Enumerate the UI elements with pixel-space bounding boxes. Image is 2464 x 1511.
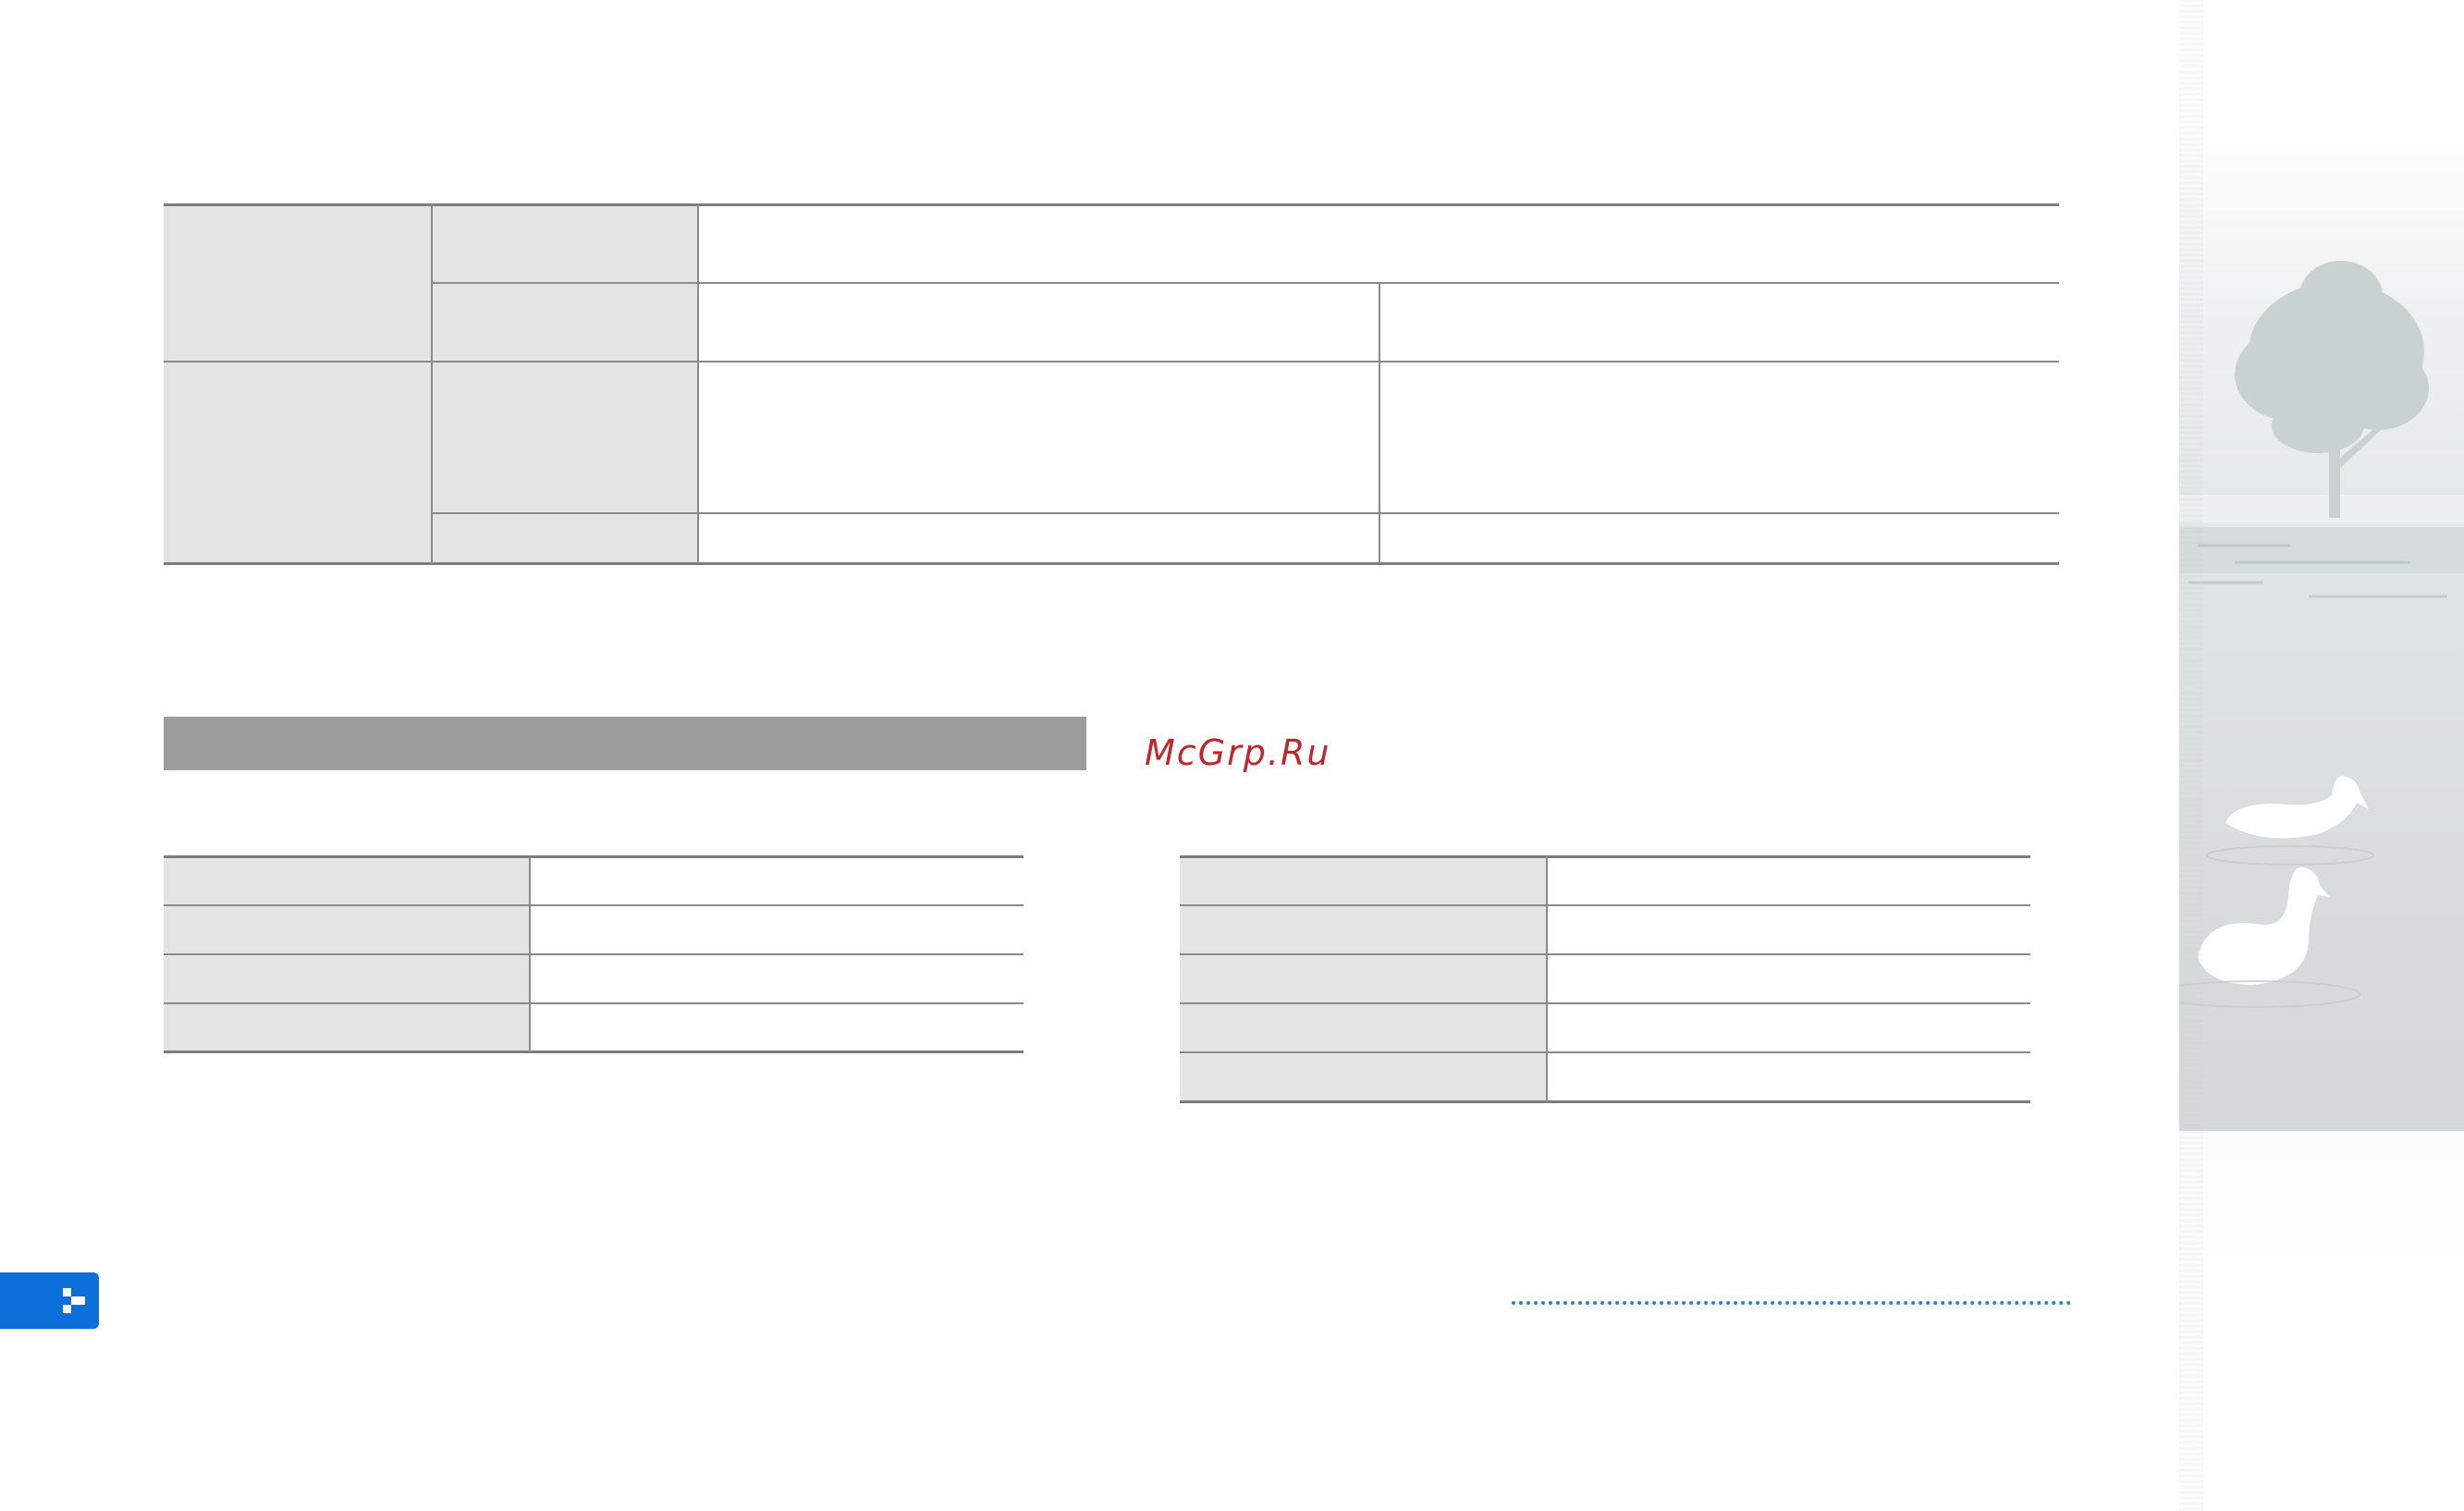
left-table-row-1-label	[164, 855, 530, 904]
side-picture	[2155, 120, 2464, 1131]
right-table-row-1-label	[1180, 855, 1547, 904]
right-table-row-3-label	[1180, 953, 1547, 1002]
side-panel-edge	[2179, 0, 2203, 1511]
spec-value-4b	[1379, 513, 2059, 564]
spec-group-label-2	[164, 361, 432, 564]
right-table-row-4-label	[1180, 1002, 1547, 1051]
spec-row-label-2	[432, 282, 698, 361]
right-table-row-2-label	[1180, 904, 1547, 953]
page-badge	[0, 1272, 99, 1329]
watermark-text: McGrp.Ru	[1145, 732, 1331, 773]
spec-rule-row1	[432, 282, 2059, 284]
spec-value-1	[698, 203, 2059, 282]
spec-value-4a	[698, 513, 1379, 564]
right-table-rule-bottom	[1180, 1100, 2030, 1103]
spec-value-2b	[1379, 282, 2059, 361]
spec-rule-bottom	[164, 562, 2059, 565]
right-table-rule-top	[1180, 855, 2030, 858]
spec-rule-top	[164, 203, 2059, 206]
tree-and-swans-picture	[2155, 261, 2464, 1008]
left-data-table	[164, 855, 1024, 1053]
right-table-row-5-label	[1180, 1051, 1547, 1101]
spec-table	[164, 203, 2059, 565]
footer-dotted-rule	[1512, 1301, 2071, 1305]
right-table-rule-3	[1180, 1002, 2030, 1004]
left-table-row-2-label	[164, 904, 530, 953]
spec-row-label-1	[432, 203, 698, 282]
left-table-row-4-label	[164, 1002, 530, 1052]
right-table-rule-1	[1180, 904, 2030, 906]
swan-icon	[2198, 776, 2369, 985]
tree-icon	[2235, 261, 2429, 518]
spec-group-label-1	[164, 203, 432, 361]
spec-rule-row2	[164, 361, 2059, 362]
left-table-row-3-label	[164, 953, 530, 1002]
right-table-col-rule	[1546, 855, 1548, 1102]
spec-row-label-4	[432, 513, 698, 564]
right-table-rule-2	[1180, 953, 2030, 955]
spec-value-3b	[1379, 361, 2059, 513]
left-table-rule-2	[164, 953, 1024, 955]
spec-value-2a	[698, 282, 1379, 361]
left-table-rule-1	[164, 904, 1024, 906]
spec-row-label-3	[432, 361, 698, 513]
right-table-rule-4	[1180, 1051, 2030, 1053]
left-table-rule-bottom	[164, 1050, 1024, 1053]
spec-rule-row3	[432, 512, 2059, 514]
spec-col-rule-3	[1379, 282, 1380, 564]
section-header-bar	[164, 717, 1086, 770]
spec-col-rule-2	[697, 203, 699, 564]
left-table-col-rule	[529, 855, 531, 1052]
spec-value-3a	[698, 361, 1379, 513]
left-table-rule-top	[164, 855, 1024, 858]
left-table-rule-3	[164, 1002, 1024, 1004]
spec-col-rule-1	[431, 203, 433, 564]
checker-arrow-icon	[63, 1288, 85, 1313]
right-data-table	[1180, 855, 2030, 1103]
